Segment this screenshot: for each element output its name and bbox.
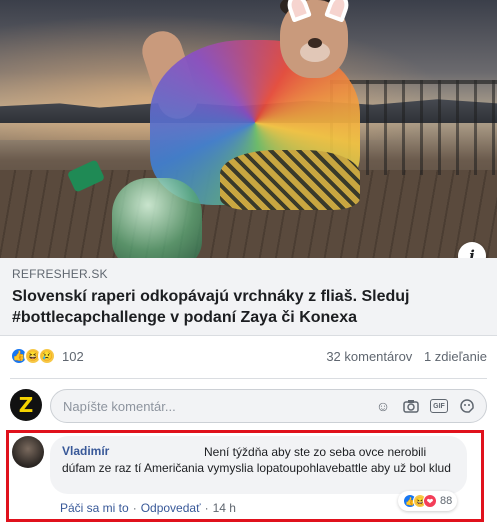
sticker-icon[interactable]	[458, 397, 476, 415]
sad-icon: 😢	[38, 347, 56, 365]
camera-icon[interactable]	[402, 397, 420, 415]
composer-tools: ☺ GIF	[374, 397, 476, 415]
comment-actions: Páči sa mi to · Odpovedať · 14 h	[60, 501, 236, 515]
like-comment-button[interactable]: Páči sa mi to	[60, 501, 129, 515]
separator: ·	[204, 501, 209, 515]
gif-icon[interactable]: GIF	[430, 399, 448, 413]
comment-composer[interactable]: Napíšte komentár... ☺ GIF	[50, 389, 487, 423]
page-avatar-letter: Z	[18, 393, 34, 417]
comment-count[interactable]: 32 komentárov	[326, 349, 412, 364]
comment-reactions[interactable]: 👍 😆 ❤ 88	[398, 491, 458, 511]
divider	[10, 378, 487, 379]
reaction-summary[interactable]: 👍 😆 😢 102	[10, 345, 84, 367]
separator: ·	[132, 501, 137, 515]
page-avatar[interactable]: Z	[10, 389, 42, 421]
comment-reaction-count: 88	[440, 495, 453, 507]
link-preview[interactable]: REFRESHER.SK Slovenskí raperi odkopávajú…	[0, 258, 497, 336]
bottle	[112, 178, 202, 258]
shorts	[220, 150, 360, 210]
reaction-count: 102	[62, 348, 84, 364]
comment-time[interactable]: 14 h	[213, 501, 236, 515]
link-title[interactable]: Slovenskí raperi odkopávajú vrchnáky z f…	[12, 286, 482, 328]
comment-text: Není týždňa aby ste zo seba ovce nerobil…	[62, 445, 451, 475]
link-domain: REFRESHER.SK	[12, 267, 108, 281]
comment-input[interactable]: Napíšte komentár...	[63, 399, 176, 414]
love-icon: ❤	[423, 494, 437, 508]
post-stats: 32 komentárov 1 zdieľanie	[326, 349, 487, 364]
comment-bubble: Vladimír Není týždňa aby ste zo seba ovc…	[50, 436, 467, 494]
emoji-icon[interactable]: ☺	[374, 397, 392, 415]
video-thumbnail[interactable]: i	[0, 0, 497, 258]
share-count[interactable]: 1 zdieľanie	[424, 349, 487, 364]
dog-nose	[308, 38, 322, 48]
reply-button[interactable]: Odpovedať	[141, 501, 201, 515]
commenter-avatar[interactable]	[12, 436, 44, 468]
